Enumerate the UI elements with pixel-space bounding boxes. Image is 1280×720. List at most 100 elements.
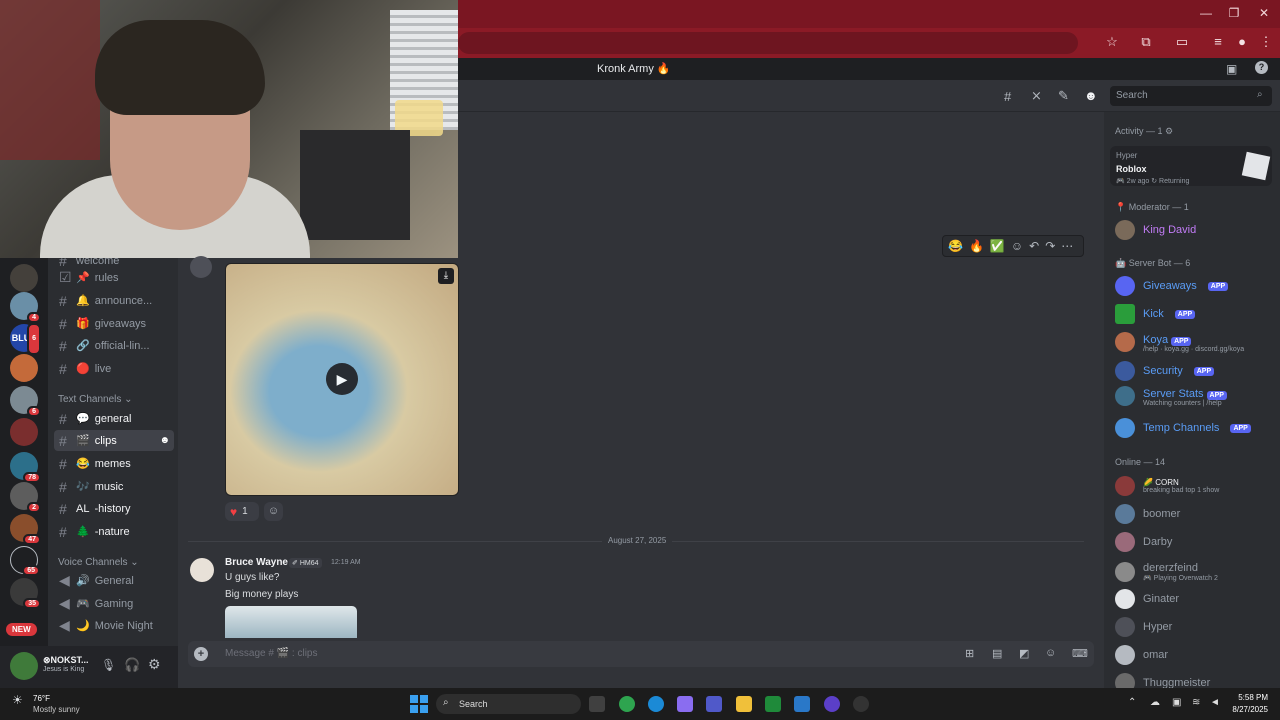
close-icon[interactable]: ✕ [1254,6,1274,20]
username[interactable]: ⊗NOKST... [43,655,89,666]
emoji-icon[interactable]: ☺ [1045,647,1056,659]
pin-icon[interactable]: ✎ [1058,88,1069,104]
obs-icon[interactable] [853,696,869,712]
copilot-icon[interactable] [677,696,693,712]
member-item[interactable]: Hyper [1115,615,1172,639]
member-item[interactable]: Kick APP [1115,302,1196,326]
reaction-check-icon[interactable]: ✅ [990,239,1005,253]
extensions-icon[interactable]: ⧉ [1136,34,1156,50]
minimize-icon[interactable]: — [1196,6,1216,20]
voice-channel-gaming[interactable]: ◀ 🎮 Gaming [54,593,174,614]
xbox-icon[interactable] [765,696,781,712]
gift-icon[interactable]: ⊞ [965,647,974,660]
member-item[interactable]: 🌽 CORN breaking bad top 1 show [1115,474,1219,498]
app-icon[interactable] [824,696,840,712]
server-icon[interactable]: 47 [10,514,41,545]
avatar[interactable] [190,256,212,278]
file-explorer-icon[interactable] [736,696,752,712]
category-text-channels[interactable]: Text Channels ⌄ [58,394,133,405]
category-voice-channels[interactable]: Voice Channels ⌄ [58,557,139,568]
member-item[interactable]: King David [1115,218,1196,242]
voice-channel-general[interactable]: ◀ 🔊 General [54,570,174,591]
channel-giveaways[interactable]: # 🎁 giveaways [54,313,174,334]
clock-time[interactable]: 5:58 PM [1230,693,1268,702]
member-item[interactable]: Darby [1115,530,1172,554]
gif-icon[interactable]: ▤ [992,647,1002,660]
server-icon[interactable]: 6 [10,386,41,417]
voice-channel-movie-night[interactable]: ◀ 🌙 Movie Night [54,615,174,636]
channel-memes[interactable]: # 😂 memes [54,453,174,474]
server-icon[interactable]: 4 [10,292,41,323]
server-icon[interactable] [10,418,38,446]
taskbar-search[interactable]: Search [436,694,581,714]
channel-official-links[interactable]: # 🔗 official-lin... [54,335,174,356]
weather-temp[interactable]: 76°F [33,694,50,703]
store-icon[interactable] [794,696,810,712]
inbox-icon[interactable]: ▣ [1226,62,1237,76]
chrome-icon[interactable] [619,696,635,712]
clock-date[interactable]: 8/27/2025 [1222,705,1268,714]
member-item[interactable]: boomer [1115,502,1180,526]
avatar[interactable] [190,558,214,582]
member-item[interactable]: omar [1115,643,1168,667]
onedrive-icon[interactable]: ☁ [1150,697,1160,708]
start-icon[interactable] [410,695,428,713]
server-icon[interactable]: 35 [10,578,41,609]
threads-icon[interactable]: # [1004,89,1011,104]
channel-nature[interactable]: # 🌲 -nature [54,521,174,542]
channel-general[interactable]: # 💬 general [54,408,174,429]
server-icon[interactable]: 78 [10,452,41,483]
tray-chevron-icon[interactable]: ⌃ [1128,697,1136,708]
weather-icon[interactable]: ☀ [12,693,23,707]
channel-music[interactable]: # 🎶 music [54,476,174,497]
channel-history[interactable]: # AL -history [54,498,174,519]
attach-plus-icon[interactable]: + [194,647,208,661]
more-icon[interactable]: ⋯ [1061,239,1073,253]
server-icon[interactable]: BLUE 6 [10,323,41,355]
help-icon[interactable]: ? [1255,61,1268,74]
invite-icon[interactable]: ☻ [159,435,170,446]
new-badge[interactable]: NEW [6,623,37,636]
volume-icon[interactable]: ◄ [1210,697,1220,708]
channel-announcements[interactable]: # 🔔 announce... [54,290,174,311]
tray-app-icon[interactable]: ▣ [1172,697,1181,708]
message-author[interactable]: Bruce Wayne [225,557,288,568]
headphones-icon[interactable]: 🎧 [124,657,140,673]
activity-card[interactable]: Hyper Roblox 🎮 2w ago ↻ Returning [1110,146,1272,186]
member-item[interactable]: dererzfeind 🎮 Playing Overwatch 2 [1115,560,1218,584]
server-icon[interactable] [10,264,38,292]
sticker-icon[interactable]: ◩ [1019,647,1029,660]
channel-rules[interactable]: ☑ 📌 rules [54,267,174,288]
search-input[interactable]: Search [1110,86,1272,106]
media-icon[interactable]: ≡ [1208,34,1228,49]
server-icon[interactable] [10,354,38,382]
gear-icon[interactable]: ⚙ [148,656,161,673]
member-item[interactable]: Ginater [1115,587,1179,611]
reply-icon[interactable]: ↶ [1029,239,1039,253]
member-item[interactable]: Temp Channels APP [1115,416,1251,440]
forward-icon[interactable]: ↷ [1045,239,1055,253]
member-item[interactable]: Server Stats APP Watching counters | /help [1115,384,1227,408]
bookmark-star-icon[interactable]: ☆ [1102,34,1122,50]
member-item[interactable]: Koya APP/help · koya.gg · discord.gg/koya [1115,330,1244,354]
reaction-pill[interactable]: ♥ 1 [225,502,259,521]
image-attachment[interactable] [225,606,357,638]
cast-icon[interactable]: ▭ [1172,34,1192,50]
add-reaction-button[interactable]: ☺ [264,502,283,521]
member-item[interactable]: Security APP [1115,359,1215,383]
reaction-laugh-icon[interactable]: 😂 [948,239,963,253]
channel-clips[interactable]: # 🎬 clips ☻ [54,430,174,451]
activities-icon[interactable]: ⌨ [1072,647,1088,660]
mute-icon[interactable]: ⨯ [1031,88,1042,104]
message-composer[interactable] [188,641,1094,667]
channel-live[interactable]: # 🔴 live [54,358,174,379]
address-bar[interactable] [458,32,1078,54]
avatar[interactable] [10,652,38,680]
profile-avatar[interactable]: ● [1232,34,1252,49]
play-icon[interactable]: ▶ [326,363,358,395]
microphone-icon[interactable]: 🎙 [101,658,116,672]
teams-icon[interactable] [706,696,722,712]
wifi-icon[interactable]: ≋ [1192,697,1200,708]
add-reaction-icon[interactable]: ☺ [1011,239,1023,253]
member-item[interactable]: Thuggmeister [1115,671,1210,688]
